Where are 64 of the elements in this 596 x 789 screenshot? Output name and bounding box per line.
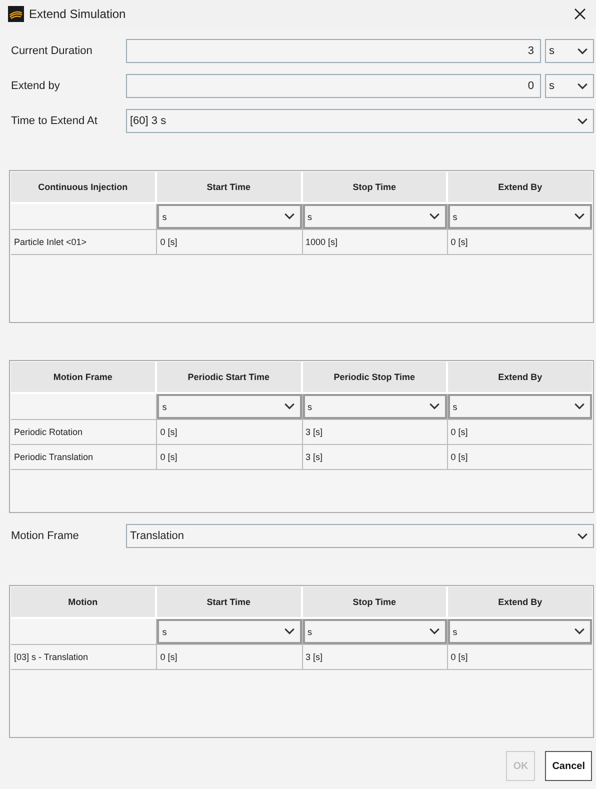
chevron-icon [574, 628, 585, 635]
table-cell: 0 [s] [446, 420, 592, 444]
app-logo-icon [8, 6, 24, 22]
dropdown[interactable]: s [448, 619, 592, 644]
dropdown[interactable]: s [545, 74, 594, 98]
chevron-icon [284, 403, 294, 410]
table-cell: 1000 [s] [302, 230, 447, 254]
chevron-icon [284, 628, 294, 635]
table-cell: 0 [s] [446, 645, 592, 669]
table-cell: 3 [s] [302, 645, 447, 669]
table-cell-text: Particle Inlet <01> [13, 236, 88, 249]
chevron-icon [428, 213, 440, 220]
table-cell: 0 [s] [446, 230, 592, 254]
chevron-icon [577, 82, 588, 90]
field-label: Time to Extend At [10, 115, 98, 127]
dropdown[interactable]: s [157, 394, 302, 419]
column-header[interactable]: Start Time [156, 172, 300, 202]
dropdown[interactable]: s [302, 619, 447, 644]
dropdown[interactable]: s [302, 204, 447, 229]
field-label: Extend by [10, 80, 61, 92]
column-header[interactable]: Extend By [448, 362, 592, 392]
column-header[interactable]: Stop Time [302, 587, 446, 617]
dropdown[interactable]: s [448, 394, 592, 419]
table-cell: 3 [s] [302, 420, 447, 444]
column-header[interactable]: Periodic Start Time [156, 362, 300, 392]
dropdown[interactable]: Translation [126, 524, 594, 548]
chevron-icon [428, 628, 440, 635]
column-header[interactable]: Extend By [448, 587, 592, 617]
dropdown[interactable]: s [157, 619, 302, 644]
dropdown[interactable]: s [302, 394, 447, 419]
column-header[interactable]: Extend By [448, 172, 592, 202]
column-header[interactable]: Periodic Stop Time [302, 362, 446, 392]
table-cell: 0 [s] [446, 445, 592, 469]
window-title: Extend Simulation [29, 7, 127, 21]
table-cell-text: [03] s - Translation [13, 651, 90, 664]
column-header[interactable]: Continuous Injection [11, 172, 155, 202]
table-cell: 0 [s] [156, 645, 302, 669]
table-cell: 0 [s] [156, 420, 302, 444]
number-field[interactable]: 3 [126, 39, 541, 63]
chevron-icon [577, 48, 588, 54]
chevron-icon [577, 532, 588, 540]
table-cell-text: Periodic Translation [13, 451, 94, 464]
table-cell: 3 [s] [302, 445, 447, 469]
chevron-icon [428, 403, 440, 410]
column-header[interactable]: Stop Time [302, 172, 446, 202]
field-label: Motion Frame [10, 530, 80, 542]
close-icon[interactable] [574, 8, 586, 20]
chevron-icon [574, 213, 585, 220]
number-field[interactable]: 0 [126, 74, 541, 98]
table-cell: 0 [s] [156, 230, 302, 254]
column-header[interactable]: Motion Frame [11, 362, 155, 392]
chevron-icon [574, 403, 585, 410]
dropdown[interactable]: s [448, 204, 592, 229]
table-cell: 0 [s] [156, 445, 302, 469]
column-header[interactable]: Motion [11, 587, 155, 617]
dropdown[interactable]: s [545, 39, 594, 63]
dropdown[interactable]: s [157, 204, 302, 229]
field-label: Current Duration [10, 45, 94, 57]
chevron-icon [577, 118, 588, 124]
table-cell-text: Periodic Rotation [13, 426, 84, 439]
chevron-icon [284, 213, 294, 220]
dropdown[interactable]: [60] 3 s [126, 109, 594, 133]
column-header[interactable]: Start Time [156, 587, 300, 617]
dialog-button[interactable]: Cancel [545, 751, 592, 781]
